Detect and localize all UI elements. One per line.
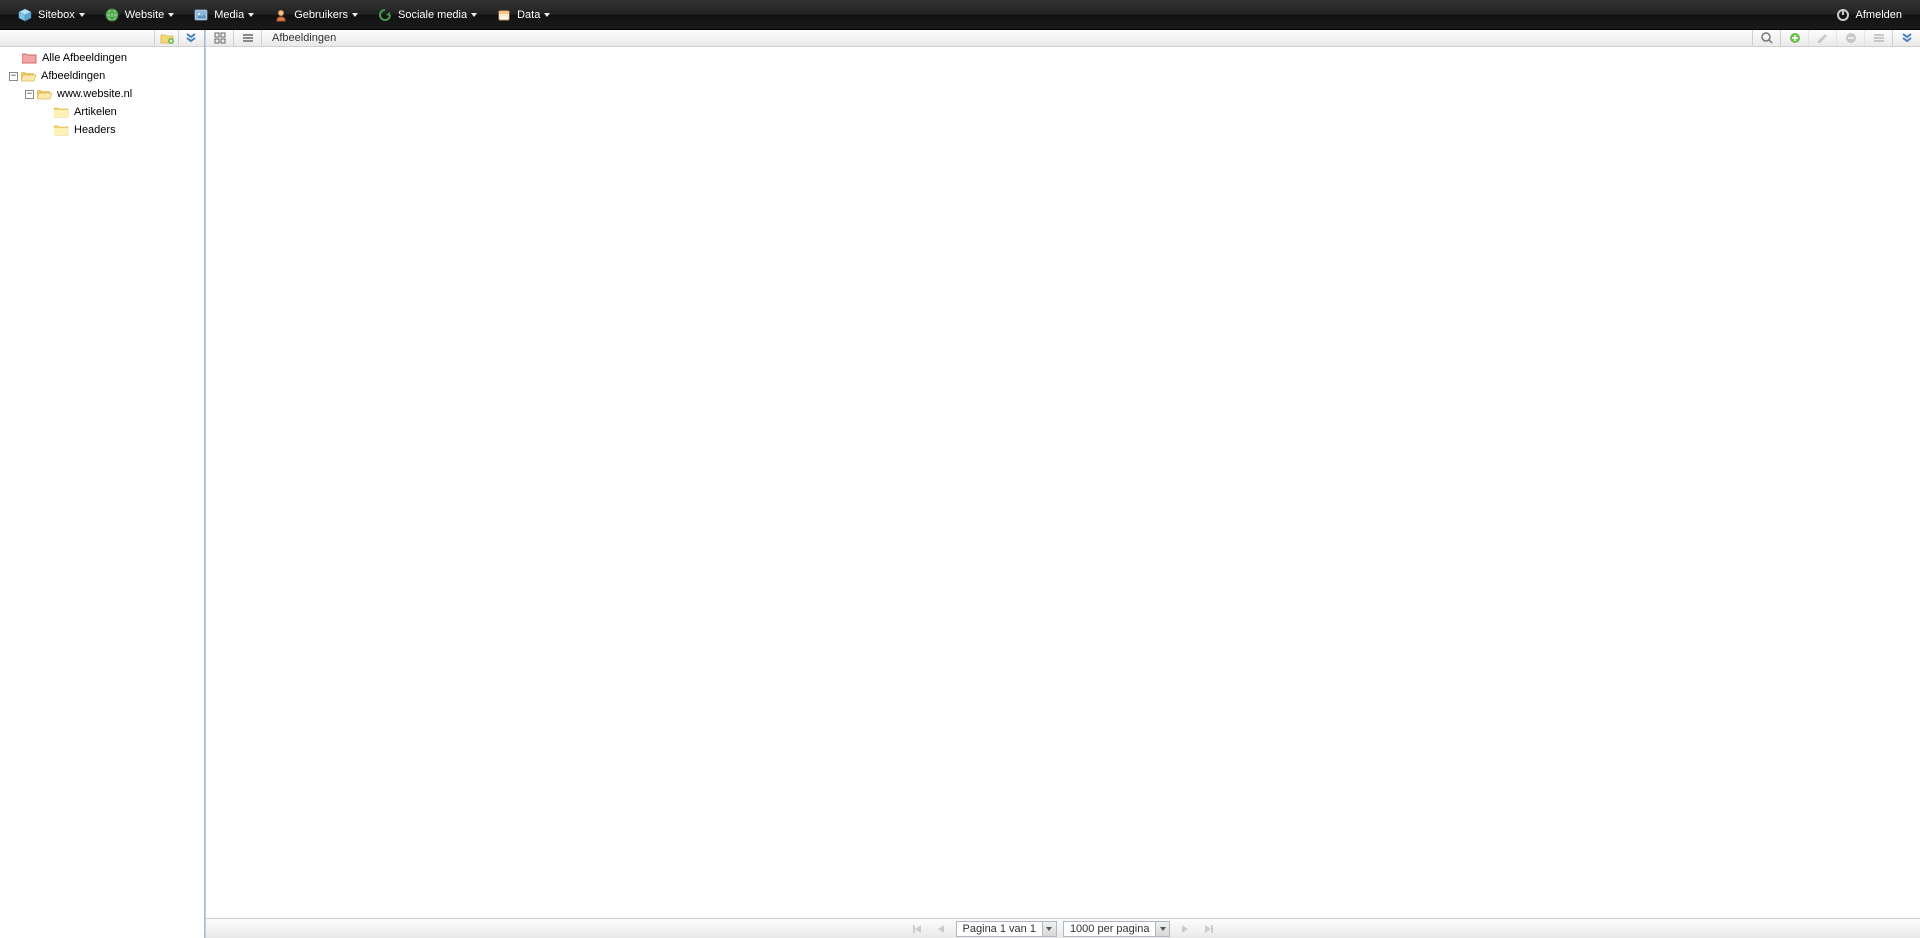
page-selector[interactable]: Pagina 1 van 1 [956, 921, 1057, 937]
folder-open-icon [37, 87, 53, 101]
menu-label: Website [125, 9, 165, 21]
image-icon [194, 8, 208, 22]
perpage-text: 1000 per pagina [1064, 923, 1156, 935]
tree-node-label: Alle Afbeeldingen [42, 52, 127, 64]
edit-button[interactable] [1808, 30, 1836, 47]
menu-label: Media [214, 9, 244, 21]
view-grid-button[interactable] [206, 30, 234, 47]
tree-node[interactable]: − www.website.nl [0, 85, 204, 103]
menu-label: Sitebox [38, 9, 75, 21]
tree-node-label: www.website.nl [57, 88, 132, 100]
folder-tree: Alle Afbeeldingen−Afbeeldingen−www.websi… [0, 47, 204, 938]
chevron-down-icon [168, 13, 174, 17]
database-icon [497, 8, 511, 22]
add-folder-button[interactable] [154, 30, 178, 47]
tree-node[interactable]: Headers [0, 121, 204, 139]
menu-media[interactable]: Media [184, 0, 264, 29]
globe-icon [105, 8, 119, 22]
folder-closed-icon [54, 123, 70, 137]
collapse-icon[interactable]: − [9, 72, 18, 81]
view-list-button[interactable] [234, 30, 262, 47]
content-area [206, 47, 1920, 918]
menu-website[interactable]: Website [95, 0, 185, 29]
menu-label: Gebruikers [294, 9, 348, 21]
folder-open-icon [21, 69, 37, 83]
chevron-down-icon [1042, 922, 1056, 936]
menu-label: Sociale media [398, 9, 467, 21]
folder-closed-icon [54, 105, 70, 119]
tree-node[interactable]: Alle Afbeeldingen [0, 49, 204, 67]
add-button[interactable] [1780, 30, 1808, 47]
breadcrumb: Afbeeldingen [262, 32, 346, 44]
page-last-button[interactable] [1200, 921, 1218, 937]
page-first-button[interactable] [908, 921, 926, 937]
search-button[interactable] [1752, 30, 1780, 47]
chevron-down-icon [248, 13, 254, 17]
cube-icon [18, 8, 32, 22]
chevron-down-icon [544, 13, 550, 17]
logout-button[interactable]: Afmelden [1826, 8, 1912, 22]
page-prev-button[interactable] [932, 921, 950, 937]
logout-label: Afmelden [1856, 9, 1902, 21]
tree-node-label: Headers [74, 124, 116, 136]
expand-main-button[interactable] [1892, 30, 1920, 47]
collapse-icon[interactable]: − [25, 90, 34, 99]
delete-button[interactable] [1836, 30, 1864, 47]
menu-data[interactable]: Data [487, 0, 560, 29]
tree-node[interactable]: Artikelen [0, 103, 204, 121]
sidebar-toolbar [0, 30, 204, 47]
topbar: Sitebox Website Media Gebruikers Sociale… [0, 0, 1920, 30]
statusbar: Pagina 1 van 1 1000 per pagina [206, 918, 1920, 938]
tree-node[interactable]: − Afbeeldingen [0, 67, 204, 85]
power-icon [1836, 8, 1850, 22]
main-toolbar: Afbeeldingen [206, 30, 1920, 47]
folder-red-icon [22, 51, 38, 65]
chevron-down-icon [471, 13, 477, 17]
more-button[interactable] [1864, 30, 1892, 47]
menu-label: Data [517, 9, 540, 21]
collapse-sidebar-button[interactable] [178, 30, 202, 47]
tree-node-label: Artikelen [74, 106, 117, 118]
chevron-down-icon [79, 13, 85, 17]
page-text: Pagina 1 van 1 [957, 923, 1042, 935]
main-panel: Afbeeldingen Pagina 1 van 1 1000 per pag… [205, 30, 1920, 938]
chevron-down-icon [352, 13, 358, 17]
menu-sitebox[interactable]: Sitebox [8, 0, 95, 29]
menu-sociale-media[interactable]: Sociale media [368, 0, 487, 29]
page-next-button[interactable] [1176, 921, 1194, 937]
sidebar: Alle Afbeeldingen−Afbeeldingen−www.websi… [0, 30, 205, 938]
refresh-icon [378, 8, 392, 22]
menu-gebruikers[interactable]: Gebruikers [264, 0, 368, 29]
tree-node-label: Afbeeldingen [41, 70, 105, 82]
user-icon [274, 8, 288, 22]
chevron-down-icon [1155, 922, 1169, 936]
perpage-selector[interactable]: 1000 per pagina [1063, 921, 1171, 937]
